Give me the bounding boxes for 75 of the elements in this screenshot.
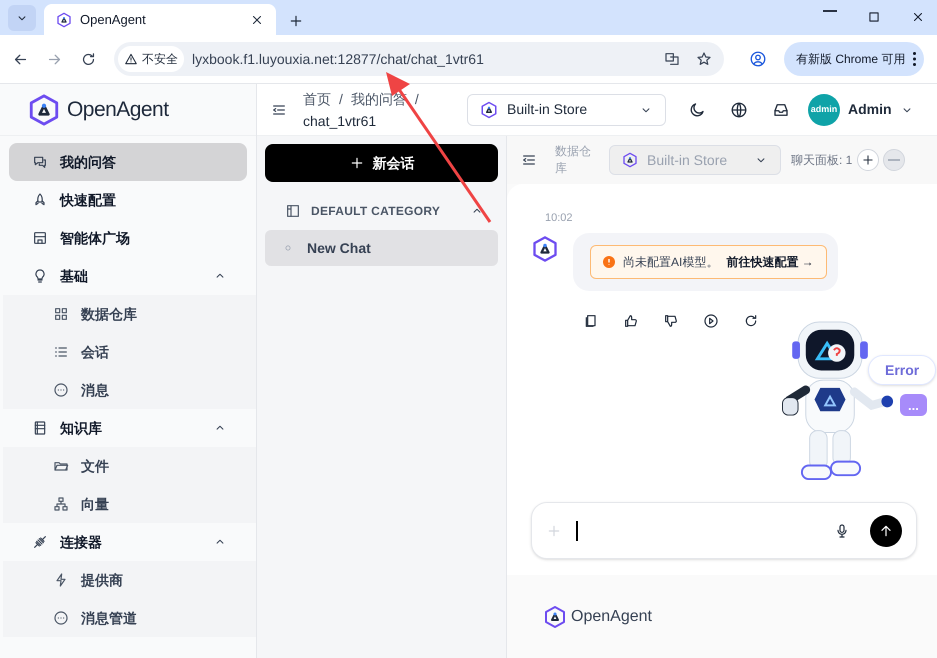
typing-bubble: ... <box>900 394 927 416</box>
layout-icon <box>285 203 301 219</box>
sidebar-item[interactable]: 知识库 <box>9 409 247 447</box>
sidebar-item[interactable]: 智能体广场 <box>9 219 247 257</box>
browser-tab[interactable]: OpenAgent <box>44 4 276 35</box>
profile-icon <box>749 50 767 68</box>
quick-setup-link[interactable]: 前往快速配置 → <box>726 252 814 270</box>
security-chip[interactable]: 不安全 <box>118 46 184 72</box>
app-logo-text: OpenAgent <box>67 96 169 123</box>
moon-icon <box>688 100 706 118</box>
breadcrumb-link[interactable]: 首页 <box>303 88 331 110</box>
user-menu[interactable]: Admin <box>848 99 914 120</box>
new-chat-button[interactable]: 新会话 <box>265 144 498 182</box>
message-time: 10:02 <box>545 211 574 226</box>
hierarchy-icon <box>53 496 69 512</box>
refresh-icon <box>743 312 759 328</box>
sidebar-subitem[interactable]: 数据仓库 <box>9 295 250 333</box>
sidebar-subitem[interactable]: 提供商 <box>9 561 250 599</box>
notice-text: 尚未配置AI模型。 <box>623 254 718 270</box>
sidebar-subitem[interactable]: 向量 <box>9 485 250 523</box>
close-icon <box>911 10 925 24</box>
play-icon <box>703 312 719 328</box>
message-composer[interactable] <box>531 502 917 559</box>
more-vertical-icon <box>913 52 916 66</box>
assistant-avatar-icon <box>531 234 559 262</box>
minimize-icon <box>823 10 837 12</box>
panel-count-label: 聊天面板: 1 <box>791 152 853 168</box>
add-panel-button[interactable] <box>857 149 879 171</box>
tab-favicon-icon <box>56 12 72 28</box>
grid-icon <box>53 306 69 322</box>
new-tab-icon <box>288 13 304 29</box>
chat-list-item[interactable]: New Chat <box>265 230 498 266</box>
store-logo-icon <box>622 152 638 168</box>
address-bar[interactable]: 不安全 lyxbook.f1.luyouxia.net:12877/chat/chat_1vtr61 <box>114 42 724 76</box>
globe-icon <box>730 100 748 118</box>
store-select[interactable]: Built-in Store <box>467 94 666 126</box>
sidebar-subitem[interactable]: 文件 <box>9 447 250 485</box>
sidebar-item[interactable]: 连接器 <box>9 523 247 561</box>
warning-icon <box>124 52 138 66</box>
store-logo-icon <box>480 100 498 118</box>
sidebar-subitem[interactable]: 会话 <box>9 333 250 371</box>
plug-icon <box>32 534 48 550</box>
category-header[interactable]: DEFAULT CATEGORY <box>265 192 498 230</box>
chat-bubbles-icon <box>32 154 48 170</box>
warning-icon <box>603 256 615 268</box>
storefront-icon <box>32 230 48 246</box>
error-bubble: Error <box>868 355 936 385</box>
breadcrumb-separator: / <box>414 90 419 108</box>
star-icon <box>696 51 712 67</box>
reload-icon <box>80 50 97 68</box>
sidebar-item[interactable]: 快速配置 <box>9 181 247 219</box>
sidebar-subitem[interactable]: 消息 <box>9 371 250 409</box>
tab-title: OpenAgent <box>80 10 147 29</box>
thumbs-up-icon <box>623 312 639 328</box>
minus-icon <box>888 159 900 161</box>
translate-icon <box>664 51 680 67</box>
footer-logo-text: OpenAgent <box>571 606 652 626</box>
plus-icon <box>861 153 875 167</box>
logo-icon <box>27 92 61 126</box>
chat-bubble-icon <box>53 610 69 626</box>
send-button[interactable] <box>870 514 902 546</box>
url-text: lyxbook.f1.luyouxia.net:12877/chat/chat_1vtr61 <box>192 50 485 69</box>
thumbs-down-icon <box>663 312 679 328</box>
maximize-icon <box>867 10 881 24</box>
breadcrumb-separator: / <box>339 90 343 108</box>
book-icon <box>32 420 48 436</box>
footer-logo-icon <box>543 604 567 628</box>
sidebar-subitem[interactable]: 消息管道 <box>9 599 250 637</box>
repository-label: 数据仓库 <box>555 143 592 177</box>
breadcrumb-current: chat_1vtr61 <box>303 112 376 131</box>
sidebar-item[interactable]: 基础 <box>9 257 247 295</box>
chat-bubble-icon <box>53 382 69 398</box>
circle-icon <box>283 243 293 253</box>
update-chrome-button[interactable]: 有新版 Chrome 可用 <box>784 42 924 76</box>
sidebar-item[interactable]: 我的问答 <box>9 143 247 181</box>
